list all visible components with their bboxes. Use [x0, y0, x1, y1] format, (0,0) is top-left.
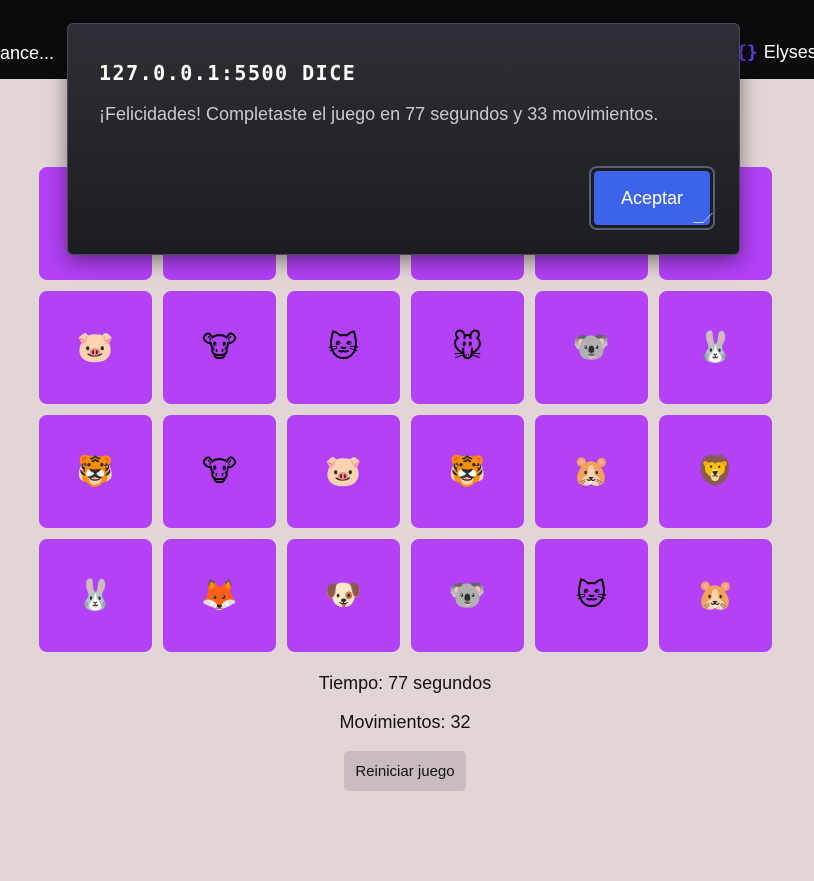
- tab-title-left[interactable]: ance...: [0, 43, 54, 64]
- memory-card-cat[interactable]: 🐱: [535, 539, 648, 652]
- corner-mark-icon: [693, 213, 713, 223]
- bookmark-label: Elyses: [763, 42, 814, 62]
- accept-label: Aceptar: [620, 187, 684, 208]
- memory-card-hamster[interactable]: 🐹: [659, 539, 772, 652]
- accept-button[interactable]: Aceptar: [589, 166, 715, 230]
- time-counter: Tiempo: 77 segundos: [318, 673, 492, 693]
- memory-card-lion[interactable]: 🦁: [659, 415, 772, 528]
- memory-card-cow[interactable]: 🐮: [163, 291, 276, 404]
- memory-card-cat[interactable]: 🐱: [287, 291, 400, 404]
- memory-card-rabbit[interactable]: 🐰: [39, 539, 152, 652]
- memory-card-pig[interactable]: 🐷: [287, 415, 400, 528]
- memory-card-mouse[interactable]: 🐭: [411, 291, 524, 404]
- accept-button-inner[interactable]: Aceptar: [594, 171, 713, 225]
- memory-card-koala[interactable]: 🐨: [411, 539, 524, 652]
- memory-card-tiger[interactable]: 🐯: [411, 415, 524, 528]
- dialog-message: ¡Felicidades! Completaste el juego en 77…: [99, 104, 659, 124]
- reset-game-button[interactable]: Reiniciar juego: [344, 751, 466, 791]
- memory-card-fox[interactable]: 🦊: [163, 539, 276, 652]
- memory-card-tiger[interactable]: 🐯: [39, 415, 152, 528]
- dialog-title: 127.0.0.1:5500 DICE: [99, 61, 357, 85]
- memory-card-pig[interactable]: 🐷: [39, 291, 152, 404]
- memory-card-dog[interactable]: 🐶: [287, 539, 400, 652]
- moves-counter: Movimientos: 32: [339, 712, 471, 732]
- memory-card-cow[interactable]: 🐮: [163, 415, 276, 528]
- memory-card-hamster[interactable]: 🐹: [535, 415, 648, 528]
- memory-card-rabbit[interactable]: 🐰: [659, 291, 772, 404]
- memory-card-koala[interactable]: 🐨: [535, 291, 648, 404]
- bookmark-elyses[interactable]: {} Elyses: [736, 42, 814, 63]
- alert-dialog: 127.0.0.1:5500 DICE ¡Felicidades! Comple…: [67, 23, 740, 255]
